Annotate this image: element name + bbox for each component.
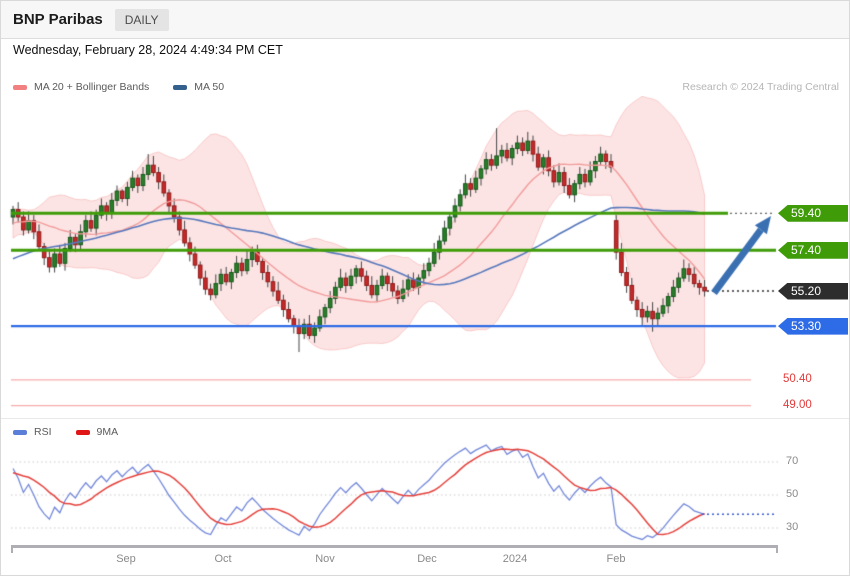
price-chart-canvas[interactable]: [1, 96, 849, 416]
rsi-9ma-label: 9MA: [97, 426, 119, 438]
price-tag-last-price: 55.20: [778, 283, 848, 300]
ma50-label: MA 50: [194, 81, 224, 93]
ticker-title: BNP Paribas: [13, 11, 103, 28]
panel-divider: [1, 418, 849, 419]
price-tag-support-1: 53.30: [778, 318, 848, 335]
rsi-legend: RSI 9MA: [13, 426, 118, 438]
timeframe-badge[interactable]: DAILY: [115, 9, 169, 31]
x-axis-bar: [11, 545, 778, 548]
legend-item-9ma: 9MA: [76, 426, 119, 438]
x-axis-right-tick: [776, 545, 778, 553]
x-axis-label-2024: 2024: [503, 553, 527, 565]
ma20-bollinger-label: MA 20 + Bollinger Bands: [34, 81, 149, 93]
ma50-swatch-icon: [173, 85, 187, 90]
x-axis-label-dec: Dec: [417, 553, 437, 565]
x-axis-label-nov: Nov: [315, 553, 335, 565]
x-axis-left-tick: [11, 545, 13, 553]
price-label-support-2: 50.40: [783, 373, 812, 385]
price-legend: MA 20 + Bollinger Bands MA 50: [13, 81, 224, 93]
chart-timestamp: Wednesday, February 28, 2024 4:49:34 PM …: [13, 43, 283, 57]
rsi-tick-50: 50: [786, 488, 798, 500]
trading-central-chart-widget: BNP Paribas DAILY Wednesday, February 28…: [0, 0, 850, 576]
rsi-9ma-swatch-icon: [76, 430, 90, 435]
rsi-tick-70: 70: [786, 455, 798, 467]
rsi-swatch-icon: [13, 430, 27, 435]
price-label-support-3: 49.00: [783, 399, 812, 411]
rsi-tick-30: 30: [786, 521, 798, 533]
x-axis-label-feb: Feb: [607, 553, 626, 565]
legend-item-ma50: MA 50: [173, 81, 224, 93]
legend-item-ma20-bollinger: MA 20 + Bollinger Bands: [13, 81, 149, 93]
price-tag-resistance-2: 57.40: [778, 242, 848, 259]
rsi-chart-canvas[interactable]: [1, 441, 849, 545]
price-tag-resistance-1: 59.40: [778, 205, 848, 222]
research-credit: Research © 2024 Trading Central: [682, 81, 839, 93]
x-axis-label-sep: Sep: [116, 553, 136, 565]
x-axis-label-oct: Oct: [214, 553, 231, 565]
legend-item-rsi: RSI: [13, 426, 52, 438]
rsi-label: RSI: [34, 426, 52, 438]
header-bar: BNP Paribas DAILY: [1, 1, 849, 39]
ma20-bollinger-swatch-icon: [13, 85, 27, 90]
